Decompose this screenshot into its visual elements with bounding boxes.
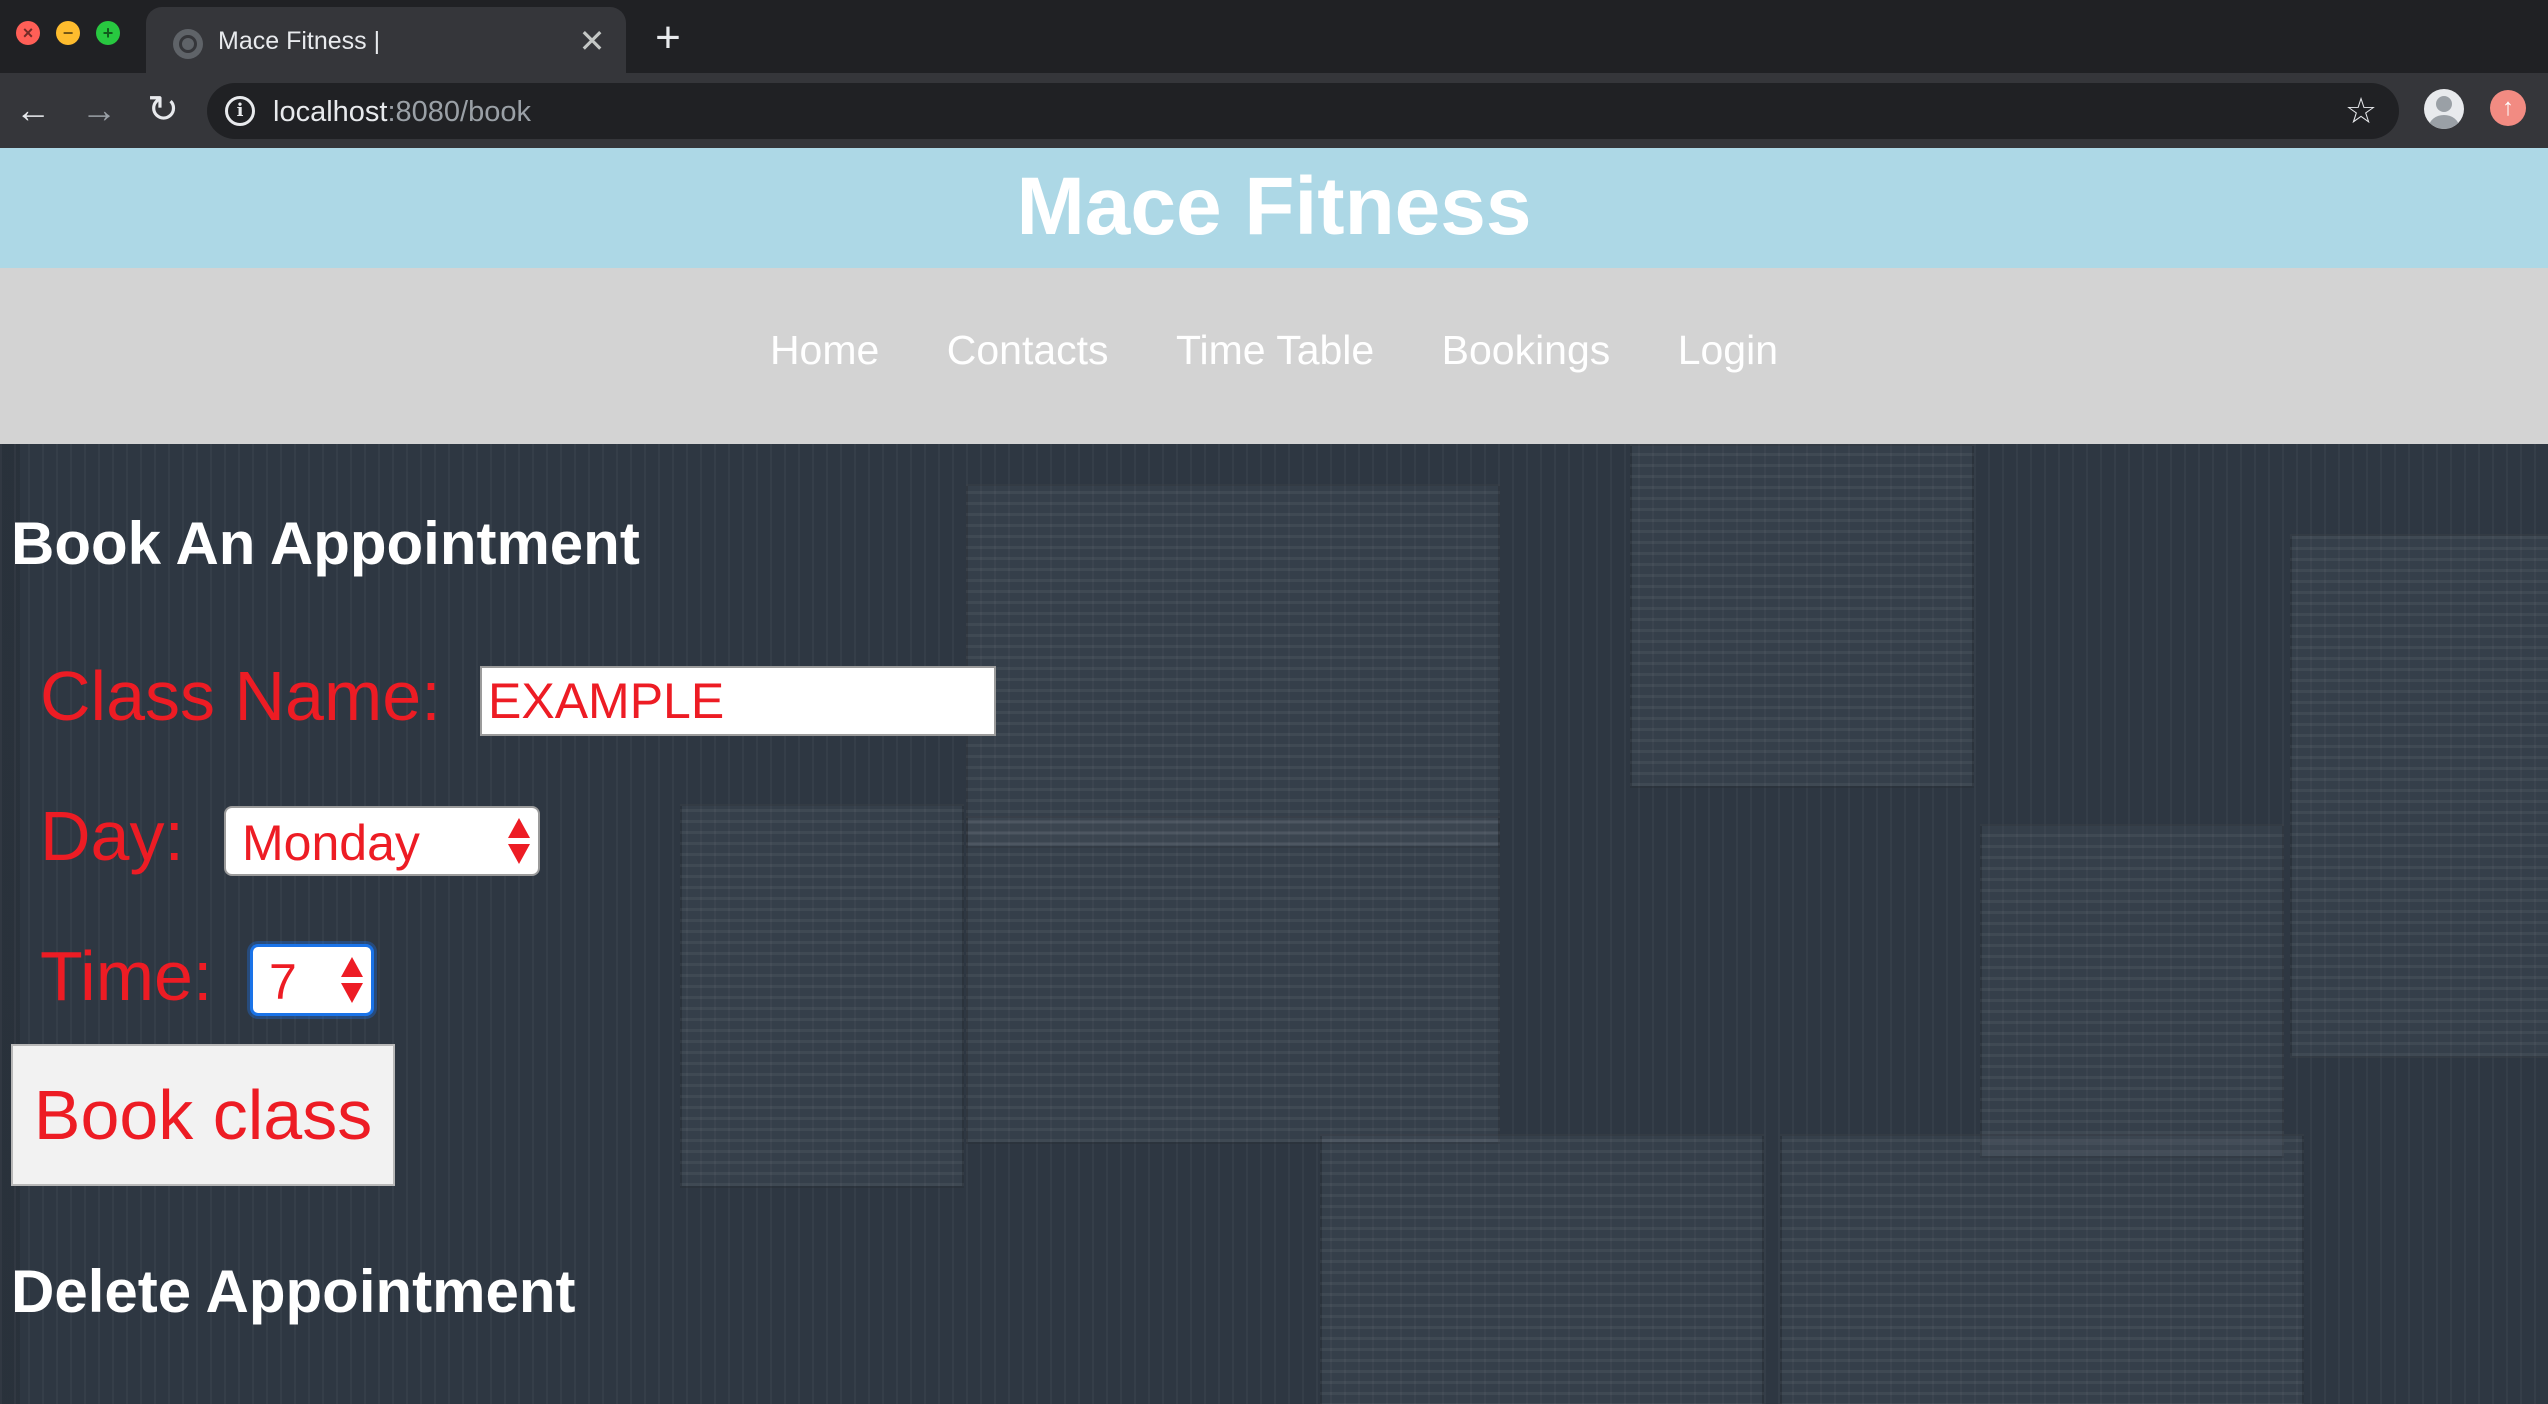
site-nav: Home Contacts Time Table Bookings Login [0, 268, 2548, 444]
plus-icon: + [655, 13, 681, 62]
time-select[interactable]: 7 [250, 944, 374, 1016]
avatar-icon[interactable] [2424, 89, 2464, 129]
browser-tab[interactable]: Mace Fitness | ✕ [146, 7, 626, 73]
nav-link-time-table[interactable]: Time Table [1176, 327, 1374, 373]
globe-icon [173, 29, 203, 59]
close-icon: × [22, 23, 34, 43]
fullscreen-window-button[interactable]: + [96, 21, 120, 45]
tab-close-button[interactable]: ✕ [574, 23, 610, 59]
background-book-page [966, 816, 1500, 1144]
background-book-page [1630, 444, 1974, 788]
site-title: Mace Fitness [1016, 161, 1532, 252]
close-icon: ✕ [578, 23, 606, 59]
background-book-page [2290, 534, 2548, 1058]
info-icon[interactable]: i [225, 96, 255, 126]
minimize-icon: − [62, 23, 74, 43]
back-button[interactable]: ← [10, 87, 56, 133]
background-book-page [680, 804, 964, 1188]
time-select-value: 7 [269, 954, 297, 1010]
new-tab-button[interactable]: + [648, 16, 688, 60]
web-page: Mace Fitness Home Contacts Time Table Bo… [0, 148, 2548, 1404]
day-select-value: Monday [242, 815, 420, 871]
class-name-label: Class Name: [40, 657, 441, 735]
reload-button[interactable]: ↻ [140, 87, 186, 133]
update-icon[interactable]: ↑ [2490, 90, 2526, 126]
browser-tab-strip: × − + Mace Fitness | ✕ + [0, 0, 2548, 73]
background-book-page [1780, 1134, 2304, 1404]
background-book-page [1320, 1134, 1764, 1404]
background-book-page [966, 484, 1500, 848]
close-window-button[interactable]: × [16, 21, 40, 45]
day-select[interactable]: Monday [224, 806, 540, 876]
class-name-input[interactable] [480, 666, 996, 736]
nav-link-contacts[interactable]: Contacts [947, 327, 1109, 373]
arrow-left-icon: ← [15, 89, 51, 130]
book-appointment-heading: Book An Appointment [11, 510, 640, 577]
url-text[interactable]: localhost:8080/book [273, 96, 531, 129]
star-icon[interactable]: ☆ [2339, 89, 2383, 133]
nav-link-bookings[interactable]: Bookings [1442, 327, 1611, 373]
stepper-arrows-icon [508, 818, 530, 866]
minimize-window-button[interactable]: − [56, 21, 80, 45]
url-host: localhost [273, 96, 388, 128]
tab-title: Mace Fitness | [218, 27, 381, 55]
reload-icon: ↻ [147, 89, 179, 131]
nav-link-login[interactable]: Login [1678, 327, 1778, 373]
time-label: Time: [40, 937, 213, 1015]
background-book-page [1980, 824, 2284, 1158]
url-path: :8080/book [387, 96, 531, 128]
delete-appointment-heading: Delete Appointment [11, 1258, 576, 1325]
fullscreen-icon: + [102, 23, 114, 43]
day-label: Day: [40, 797, 184, 875]
nav-links: Home Contacts Time Table Bookings Login [0, 326, 2548, 374]
stepper-arrows-icon [341, 957, 363, 1005]
nav-link-home[interactable]: Home [770, 327, 879, 373]
arrow-right-icon: → [81, 89, 117, 130]
site-header: Mace Fitness [0, 148, 2548, 268]
book-class-button[interactable]: Book class [11, 1044, 395, 1186]
address-bar[interactable]: i localhost:8080/book ☆ [207, 83, 2399, 139]
forward-button[interactable]: → [76, 87, 122, 133]
browser-toolbar: ← → ↻ i localhost:8080/book ☆ ↑ [0, 73, 2548, 148]
